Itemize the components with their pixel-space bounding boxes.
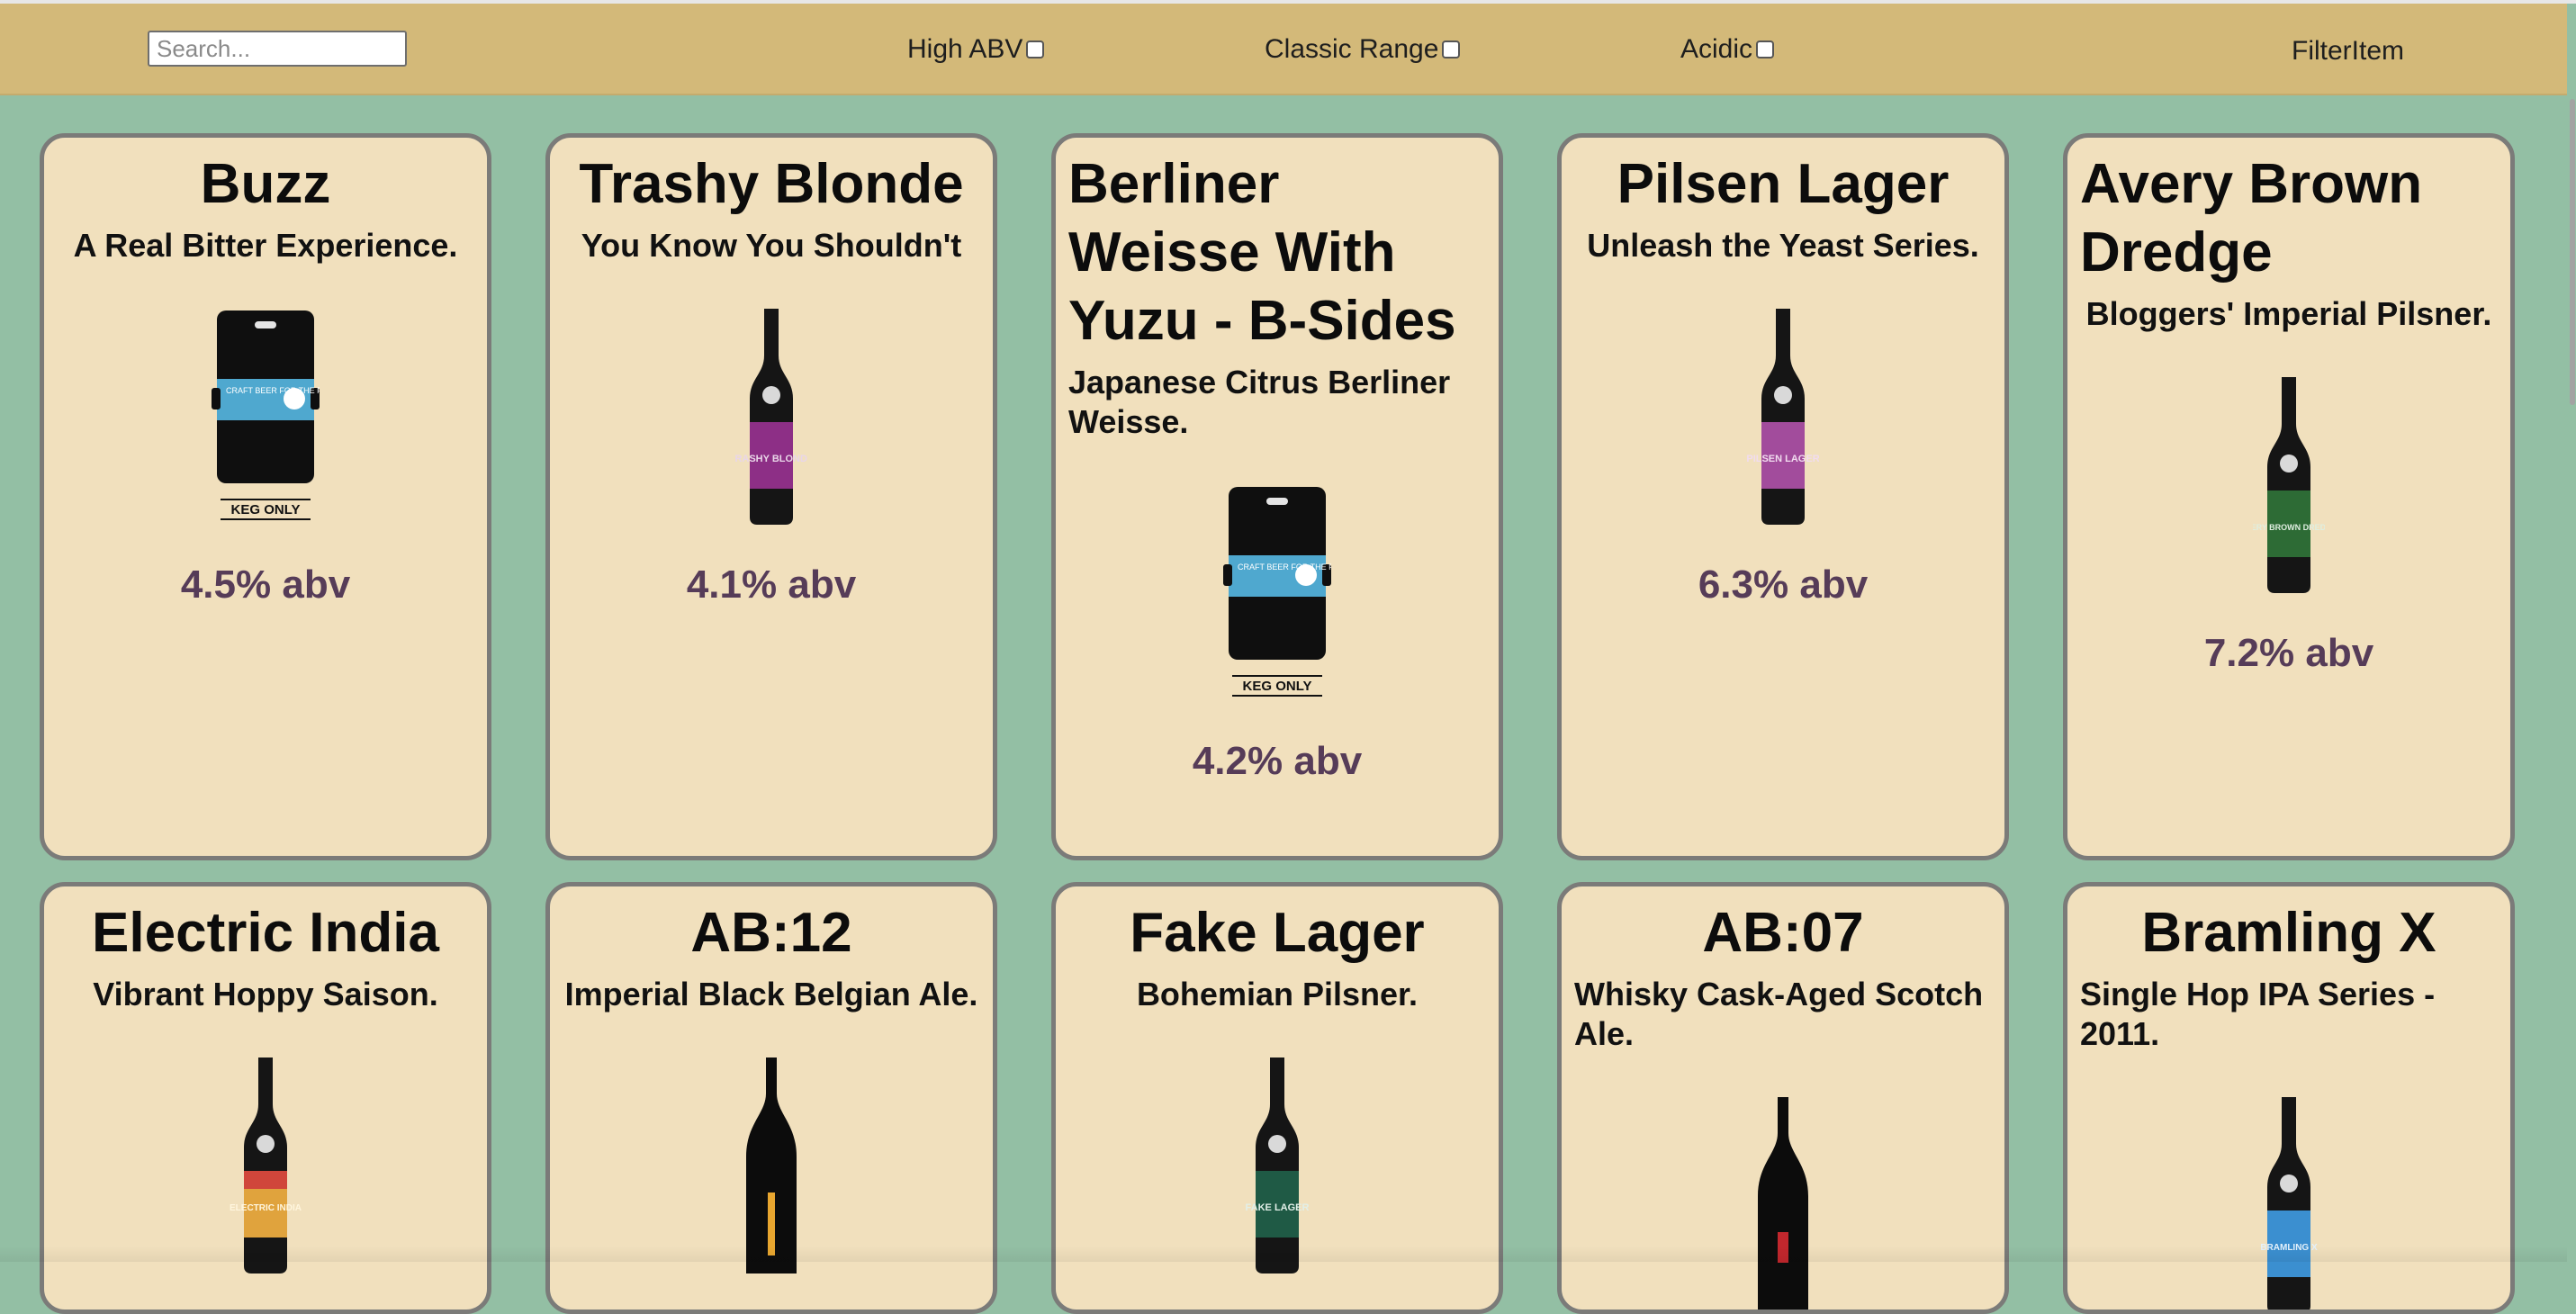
beer-card[interactable]: Avery Brown Dredge Bloggers' Imperial Pi…: [2063, 133, 2515, 860]
beer-abv: 4.5% abv: [180, 562, 351, 607]
classic-range-checkbox[interactable]: [1442, 40, 1461, 58]
beer-abv: 4.1% abv: [686, 562, 857, 607]
bottle-image: BRAMLING X: [2080, 1097, 2498, 1310]
bottle-image: PILSEN LAGER: [1574, 309, 1992, 525]
bottle-image: FAKE LAGER: [1068, 1058, 1486, 1274]
beer-tagline: Single Hop IPA Series - 2011.: [2080, 976, 2436, 1052]
svg-text:CRAFT BEER FOR THE PEOPLE: CRAFT BEER FOR THE PEOPLE: [1238, 562, 1331, 572]
beer-tagline: You Know You Shouldn't: [581, 227, 962, 264]
filter-acidic-label: Acidic: [1680, 34, 1753, 64]
filter-item-title: FilterItem: [2292, 36, 2405, 66]
beer-card[interactable]: Buzz A Real Bitter Experience. CRAFT BEE…: [40, 133, 491, 860]
beer-tagline: Bohemian Pilsner.: [1136, 976, 1419, 1012]
svg-text:TRASHY BLONDE: TRASHY BLONDE: [735, 454, 807, 464]
beer-card[interactable]: Pilsen Lager Unleash the Yeast Series. P…: [1557, 133, 2009, 860]
filter-high-abv-label: High ABV: [907, 34, 1023, 64]
keg-image: CRAFT BEER FOR THE PEOPLE KEG ONLY: [1068, 485, 1486, 701]
filter-high-abv[interactable]: High ABV: [907, 34, 1045, 65]
beer-abv: 4.2% abv: [1192, 739, 1363, 783]
beer-card[interactable]: Berliner Weisse With Yuzu - B-Sides Japa…: [1051, 133, 1503, 860]
filter-classic-range-label: Classic Range: [1265, 34, 1439, 64]
filter-header: High ABV Classic Range Acidic FilterItem: [0, 4, 2567, 95]
beer-abv: 7.2% abv: [2203, 631, 2374, 675]
beer-abv: 6.3% abv: [1698, 562, 1869, 607]
beer-name: AB:07: [1702, 902, 1864, 964]
bottle-image: [1574, 1097, 1992, 1310]
beer-tagline: Unleash the Yeast Series.: [1587, 227, 1979, 264]
beer-tagline: A Real Bitter Experience.: [73, 227, 458, 264]
svg-text:FAKE LAGER: FAKE LAGER: [1246, 1202, 1310, 1213]
svg-text:ELECTRIC INDIA: ELECTRIC INDIA: [230, 1203, 302, 1213]
bottle-image: [563, 1058, 980, 1274]
svg-text:AVERY BROWN DREDGE: AVERY BROWN DREDGE: [2253, 523, 2325, 532]
beer-tagline: Japanese Citrus Berliner Weisse.: [1068, 364, 1451, 440]
keg-image: CRAFT BEER FOR THE PEOPLE KEG ONLY: [57, 309, 474, 525]
svg-text:CRAFT BEER FOR THE PEOPLE: CRAFT BEER FOR THE PEOPLE: [226, 386, 320, 395]
high-abv-checkbox[interactable]: [1026, 40, 1045, 58]
beer-tagline: Whisky Cask-Aged Scotch Ale.: [1574, 976, 1984, 1052]
bottle-image: TRASHY BLONDE: [563, 309, 980, 525]
beer-tagline: Imperial Black Belgian Ale.: [564, 976, 978, 1012]
beer-tagline: Bloggers' Imperial Pilsner.: [2085, 295, 2492, 332]
beer-name: Trashy Blonde: [579, 153, 964, 215]
keg-only-label: KEG ONLY: [1243, 679, 1312, 694]
beer-name: Berliner Weisse With Yuzu - B-Sides: [1068, 153, 1456, 352]
beer-name: Bramling X: [2141, 902, 2436, 964]
scrollbar-thumb[interactable]: [2570, 99, 2575, 405]
acidic-checkbox[interactable]: [1756, 40, 1775, 58]
bottle-image: AVERY BROWN DREDGE: [2080, 377, 2498, 593]
svg-text:PILSEN LAGER: PILSEN LAGER: [1747, 454, 1819, 464]
beer-name: Buzz: [200, 153, 331, 215]
viewport-bottom-fade: [0, 1246, 2567, 1262]
beer-name: Pilsen Lager: [1617, 153, 1950, 215]
beer-name: Avery Brown Dredge: [2080, 153, 2423, 284]
beer-name: Electric India: [92, 902, 439, 964]
bottle-image: ELECTRIC INDIA: [57, 1058, 474, 1274]
keg-only-label: KEG ONLY: [231, 502, 301, 518]
beer-name: Fake Lager: [1130, 902, 1425, 964]
search-input[interactable]: [148, 31, 407, 67]
beer-tagline: Vibrant Hoppy Saison.: [93, 976, 438, 1012]
beer-name: AB:12: [690, 902, 852, 964]
filter-acidic[interactable]: Acidic: [1680, 34, 1775, 65]
filter-classic-range[interactable]: Classic Range: [1265, 34, 1461, 65]
beer-card[interactable]: Trashy Blonde You Know You Shouldn't TRA…: [545, 133, 997, 860]
